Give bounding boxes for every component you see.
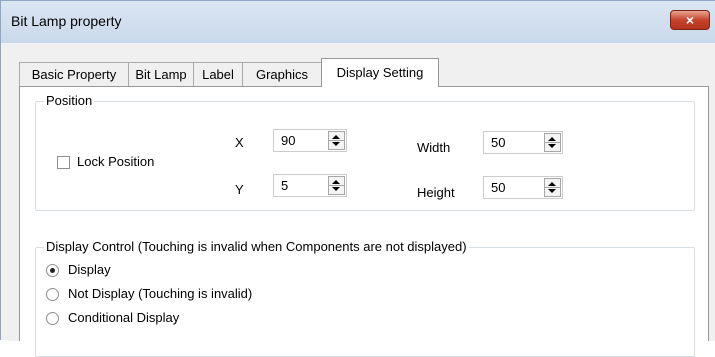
- close-icon: ×: [685, 12, 695, 28]
- spin-down-icon[interactable]: [548, 144, 556, 148]
- tab-graphics[interactable]: Graphics: [242, 62, 322, 86]
- spin-divider: [329, 185, 344, 186]
- title-bar[interactable]: Bit Lamp property ×: [1, 1, 715, 43]
- x-label: X: [235, 135, 244, 150]
- position-legend: Position: [44, 93, 95, 108]
- height-spin-buttons[interactable]: [544, 178, 561, 197]
- spin-up-icon[interactable]: [548, 137, 556, 141]
- height-label: Height: [417, 185, 455, 200]
- height-spinbox[interactable]: 50: [483, 176, 563, 199]
- height-value: 50: [491, 180, 506, 195]
- width-label: Width: [417, 140, 451, 155]
- window-title: Bit Lamp property: [11, 13, 122, 29]
- display-control-group: Display Control (Touching is invalid whe…: [35, 239, 695, 357]
- tab-basic-property[interactable]: Basic Property: [19, 62, 129, 86]
- display-option-label: Display: [68, 262, 111, 277]
- dialog-window: Bit Lamp property × Basic Property Bit L…: [0, 0, 715, 357]
- spin-down-icon[interactable]: [332, 142, 340, 146]
- y-label: Y: [235, 182, 244, 197]
- x-value: 90: [281, 133, 296, 148]
- conditional-display-radio[interactable]: [46, 312, 59, 325]
- position-group: Position Lock Position X 90 Y 5 Width 50…: [35, 93, 695, 211]
- spin-down-icon[interactable]: [332, 187, 340, 191]
- not-display-option-label: Not Display (Touching is invalid): [68, 286, 253, 301]
- width-spin-buttons[interactable]: [544, 133, 561, 152]
- spin-down-icon[interactable]: [548, 189, 556, 193]
- spin-up-icon[interactable]: [548, 182, 556, 186]
- x-spinbox[interactable]: 90: [273, 129, 347, 152]
- x-spin-buttons[interactable]: [328, 131, 345, 150]
- close-button[interactable]: ×: [670, 10, 710, 30]
- spin-divider: [545, 142, 560, 143]
- tab-label: Graphics: [255, 67, 309, 82]
- display-control-legend: Display Control (Touching is invalid whe…: [44, 239, 469, 254]
- width-spinbox[interactable]: 50: [483, 131, 563, 154]
- lock-position-checkbox[interactable]: [57, 156, 70, 169]
- dialog-client: Basic Property Bit Lamp Label Graphics D…: [7, 43, 715, 357]
- lock-position-label: Lock Position: [77, 154, 155, 169]
- spin-divider: [329, 140, 344, 141]
- tab-label: Bit Lamp: [135, 67, 187, 82]
- spin-divider: [545, 187, 560, 188]
- not-display-radio[interactable]: [46, 288, 59, 301]
- spin-up-icon[interactable]: [332, 180, 340, 184]
- tab-bit-lamp[interactable]: Bit Lamp: [128, 62, 194, 86]
- radio-selected-dot: [50, 268, 55, 273]
- tab-label-text: Label: [202, 67, 234, 82]
- tab-label: Basic Property: [31, 67, 117, 82]
- display-radio[interactable]: [46, 264, 59, 277]
- y-value: 5: [281, 178, 289, 193]
- y-spin-buttons[interactable]: [328, 176, 345, 195]
- tab-label: Display Setting: [336, 65, 424, 80]
- tab-label[interactable]: Label: [193, 62, 243, 86]
- display-setting-panel: Position Lock Position X 90 Y 5 Width 50…: [19, 86, 709, 357]
- tab-display-setting[interactable]: Display Setting: [321, 58, 439, 87]
- spin-up-icon[interactable]: [332, 135, 340, 139]
- width-value: 50: [491, 135, 506, 150]
- conditional-display-option-label: Conditional Display: [68, 310, 180, 325]
- y-spinbox[interactable]: 5: [273, 174, 347, 197]
